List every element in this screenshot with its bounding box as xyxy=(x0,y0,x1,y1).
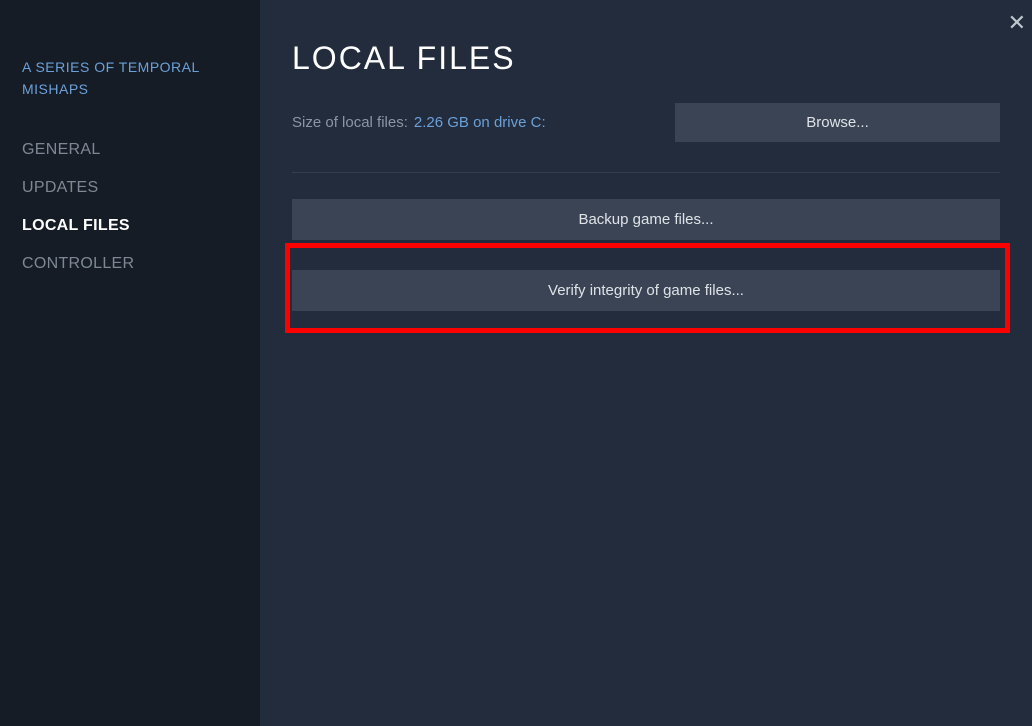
size-row: Size of local files: 2.26 GB on drive C:… xyxy=(292,103,1000,142)
game-title: A SERIES OF TEMPORAL MISHAPS xyxy=(22,56,238,101)
verify-integrity-button[interactable]: Verify integrity of game files... xyxy=(292,270,1000,311)
size-label: Size of local files: xyxy=(292,114,408,131)
divider xyxy=(292,172,1000,173)
close-icon[interactable]: ✕ xyxy=(1008,10,1026,36)
sidebar-item-controller[interactable]: CONTROLLER xyxy=(22,245,238,283)
browse-button[interactable]: Browse... xyxy=(675,103,1000,142)
page-title: LOCAL FILES xyxy=(292,40,1000,77)
backup-button[interactable]: Backup game files... xyxy=(292,199,1000,240)
sidebar-item-updates[interactable]: UPDATES xyxy=(22,169,238,207)
sidebar-item-general[interactable]: GENERAL xyxy=(22,131,238,169)
main-panel: LOCAL FILES Size of local files: 2.26 GB… xyxy=(260,0,1032,726)
sidebar-item-local-files[interactable]: LOCAL FILES xyxy=(22,207,238,245)
size-text: Size of local files: 2.26 GB on drive C: xyxy=(292,114,546,131)
sidebar: A SERIES OF TEMPORAL MISHAPS GENERAL UPD… xyxy=(0,0,260,726)
size-value: 2.26 GB on drive C: xyxy=(414,114,546,131)
